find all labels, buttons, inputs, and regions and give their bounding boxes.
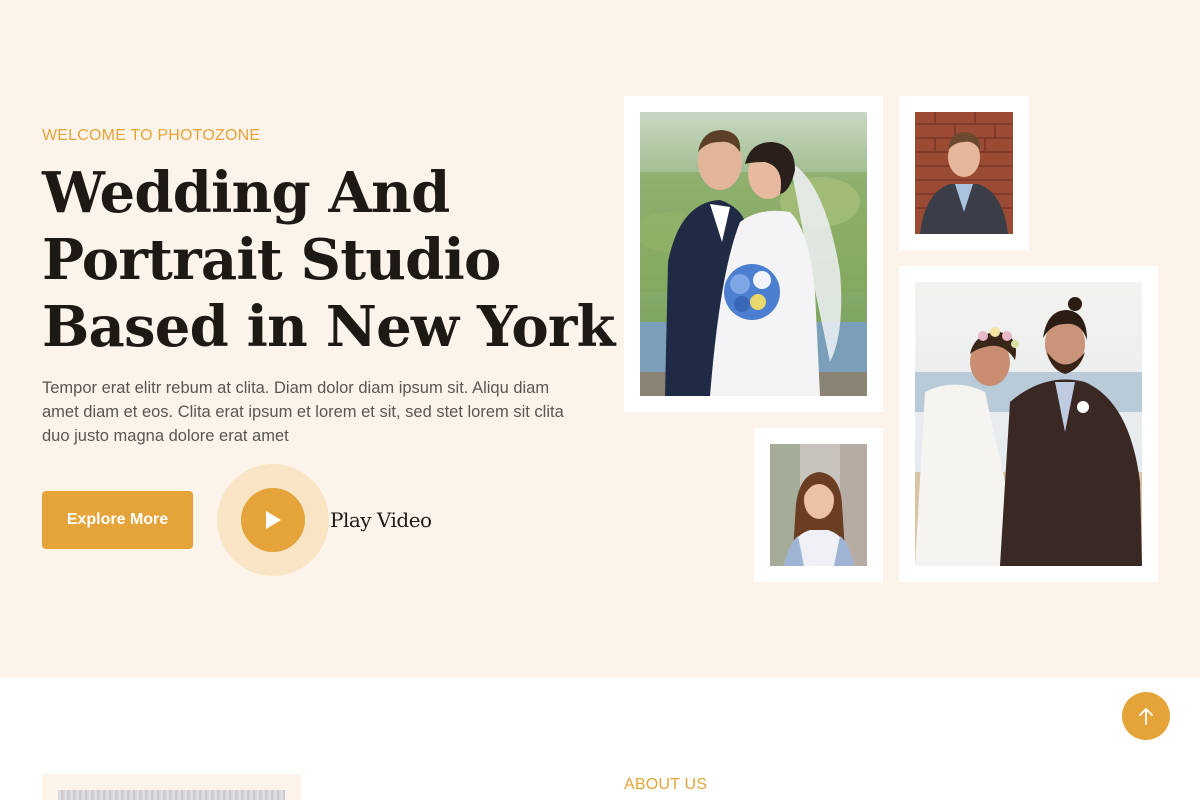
wedding-couple-image bbox=[640, 112, 867, 396]
about-us-label: ABOUT US bbox=[624, 776, 708, 793]
gallery-photo-man-portrait bbox=[899, 96, 1029, 250]
headline-line: Portrait Studio bbox=[42, 227, 501, 293]
gallery-photo-wedding-couple bbox=[624, 96, 883, 412]
play-video-link[interactable]: Play Video bbox=[330, 508, 432, 532]
about-image bbox=[58, 790, 285, 800]
scroll-to-top-button[interactable] bbox=[1122, 692, 1170, 740]
headline-line: Based in New York bbox=[42, 294, 615, 360]
about-image-frame bbox=[42, 774, 301, 800]
hero-section: WELCOME TO PHOTOZONE Wedding And Portrai… bbox=[0, 0, 1200, 678]
gallery-photo-woman-portrait bbox=[754, 428, 883, 582]
gallery-photo-couple-embracing bbox=[899, 266, 1158, 582]
couple-embracing-image bbox=[915, 282, 1142, 566]
hero-eyebrow: WELCOME TO PHOTOZONE bbox=[42, 127, 261, 144]
headline-line: Wedding And bbox=[42, 160, 450, 226]
play-button-circle[interactable] bbox=[241, 488, 305, 552]
explore-more-button[interactable]: Explore More bbox=[42, 491, 193, 549]
arrow-up-icon bbox=[1139, 708, 1153, 725]
woman-portrait-image bbox=[770, 444, 867, 566]
play-icon bbox=[266, 511, 281, 529]
play-video-button[interactable] bbox=[217, 464, 329, 576]
hero-headline: Wedding And Portrait Studio Based in New… bbox=[42, 160, 615, 361]
man-portrait-image bbox=[915, 112, 1013, 234]
hero-description: Tempor erat elitr rebum at clita. Diam d… bbox=[42, 379, 564, 445]
